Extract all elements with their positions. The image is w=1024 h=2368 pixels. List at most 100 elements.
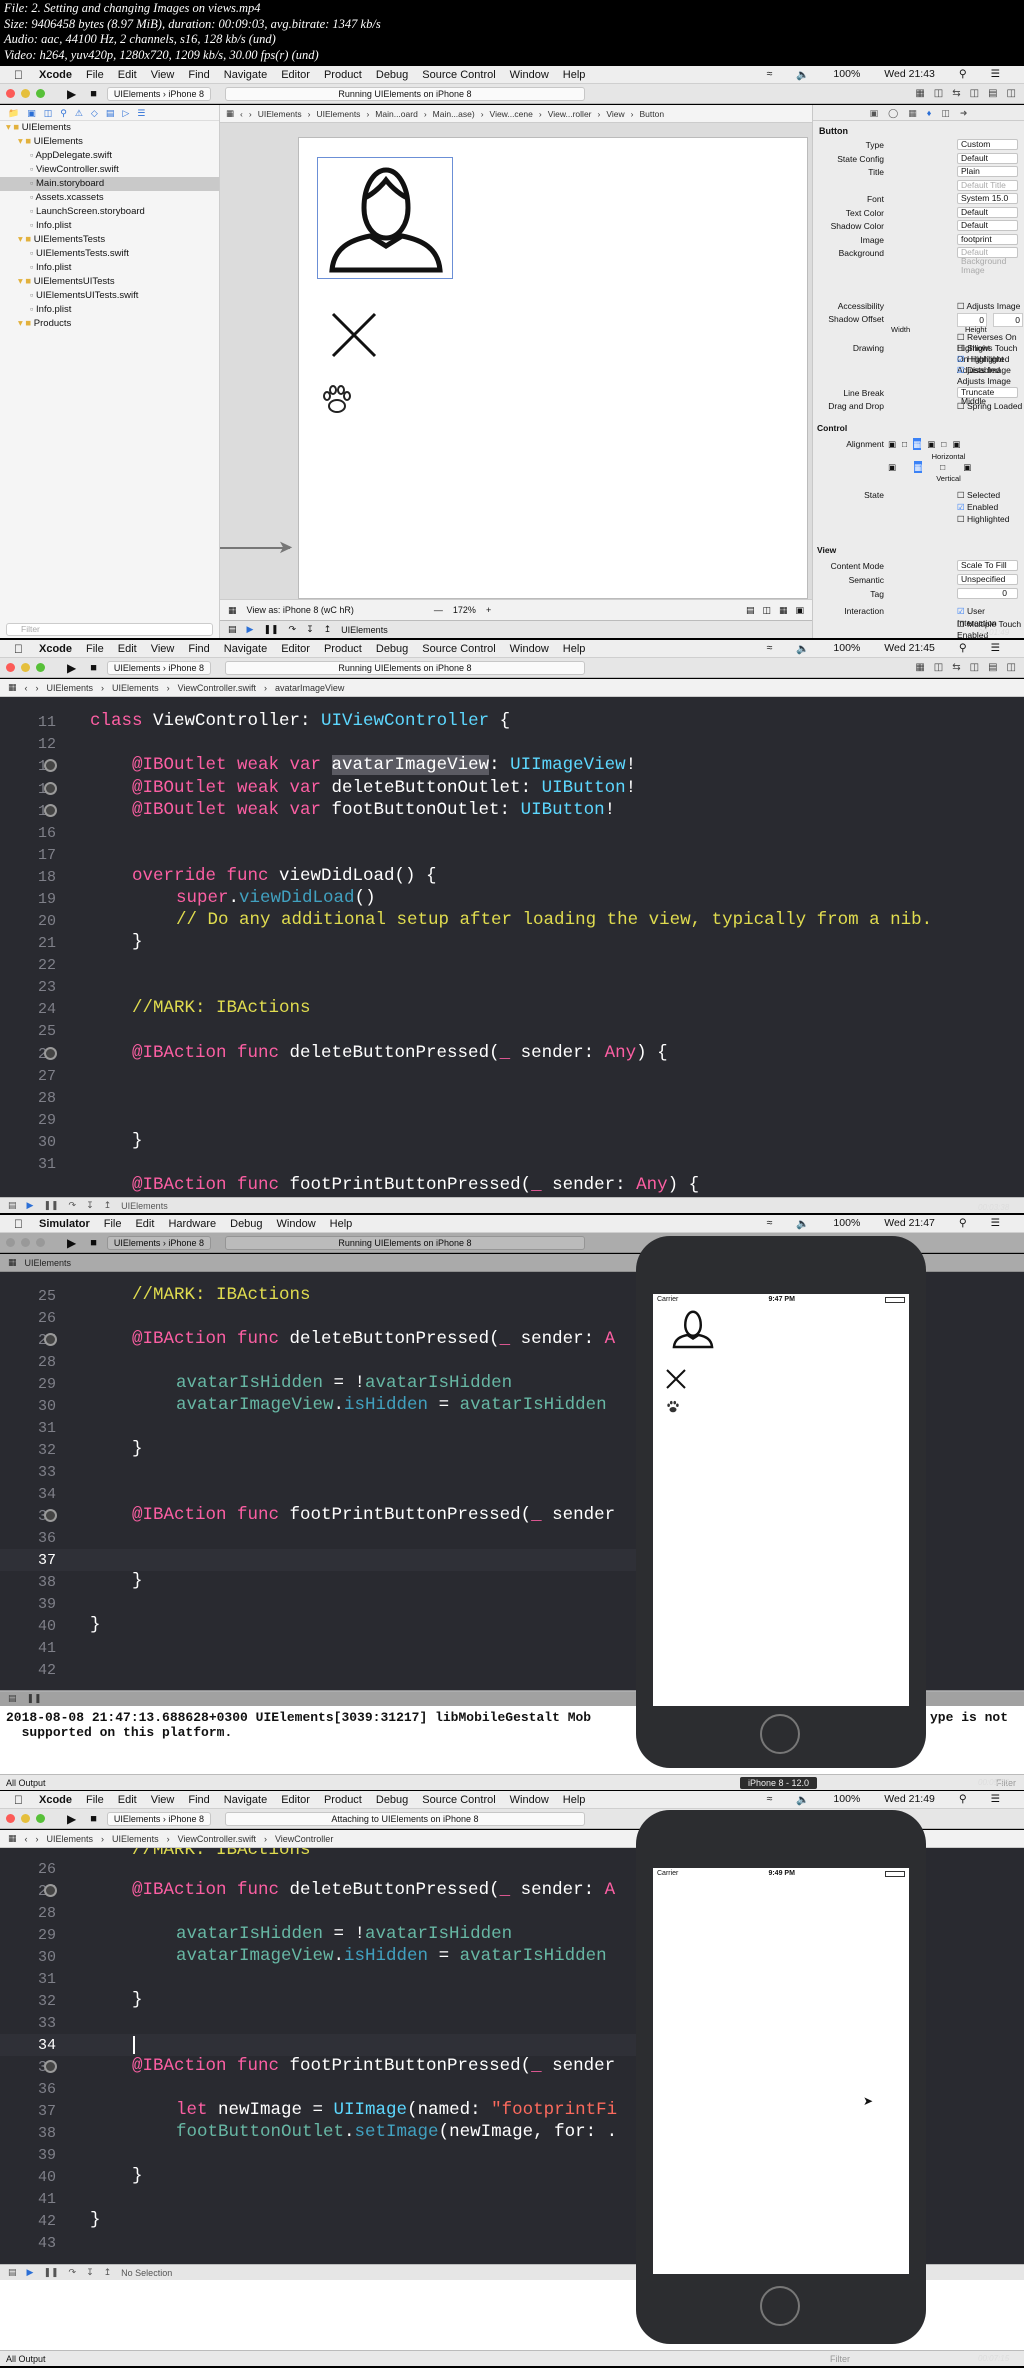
menu-xcode[interactable]: Xcode — [39, 69, 72, 81]
menu-debug[interactable]: Debug — [376, 69, 408, 81]
close-window-button[interactable] — [6, 1238, 15, 1247]
clock[interactable]: Wed 21:45 — [884, 642, 935, 655]
close-window-button[interactable] — [6, 663, 15, 672]
debug-area-toggle-icon[interactable]: ▤ — [8, 2267, 17, 2278]
back-icon[interactable]: ‹ — [240, 109, 243, 119]
pause-icon[interactable]: ❚❚ — [27, 1693, 42, 1704]
file-tree-item[interactable]: ▾ ■ UIElementsUITests — [0, 275, 219, 289]
menu-navigate[interactable]: Navigate — [224, 69, 267, 81]
search-icon[interactable]: ⚲ — [959, 1793, 967, 1806]
menu-list-icon[interactable]: ☰ — [991, 642, 1000, 655]
storyboard-canvas[interactable]: ➤ — [220, 123, 812, 599]
file-tree-item[interactable]: ▫ LaunchScreen.storyboard — [0, 205, 219, 219]
resolve-icon[interactable]: ▣ — [795, 605, 804, 616]
menu-xcode[interactable]: Xcode — [39, 1794, 72, 1806]
menu-navigate[interactable]: Navigate — [224, 643, 267, 655]
minimize-window-button[interactable] — [21, 663, 30, 672]
file-tree-item[interactable]: ▫ AppDelegate.swift — [0, 149, 219, 163]
semantic-select[interactable]: Unspecified — [957, 574, 1018, 585]
run-button[interactable]: ▶ — [67, 1812, 76, 1826]
connections-inspector-icon[interactable]: ➜ — [960, 105, 968, 120]
breadcrumb-item[interactable]: UIElements — [112, 1834, 159, 1844]
search-icon[interactable]: ⚲ — [959, 68, 967, 81]
zoom-window-button[interactable] — [36, 89, 45, 98]
menu-list-icon[interactable]: ☰ — [991, 1793, 1000, 1806]
drawing-checkbox[interactable]: ☑ Disabled Adjusts Image — [881, 365, 1021, 386]
breadcrumb-item[interactable]: ViewController.swift — [178, 1834, 256, 1844]
scheme-selector[interactable]: UIElements › iPhone 8 — [106, 1235, 211, 1250]
file-tree-item[interactable]: ▫ Info.plist — [0, 219, 219, 233]
simulator-screen[interactable]: Carrier 9:47 PM — [653, 1294, 909, 1706]
run-button[interactable]: ▶ — [67, 661, 76, 675]
menu-window[interactable]: Window — [510, 643, 549, 655]
pin-icon[interactable]: ▦ — [779, 605, 788, 616]
editor-standard-icon[interactable]: ▦ — [915, 662, 924, 673]
inspector-value[interactable]: System 15.0 — [957, 193, 1018, 204]
home-button[interactable] — [760, 2286, 800, 2326]
breadcrumb-item[interactable]: UIElements — [47, 1834, 94, 1844]
spring-loaded-checkbox[interactable]: ☐ Spring Loaded — [957, 400, 1022, 412]
navigator-toggle-icon[interactable]: ◫ — [970, 88, 979, 99]
menu-file[interactable]: File — [86, 1794, 104, 1806]
apple-icon[interactable]:  — [14, 642, 23, 656]
file-tree-item[interactable]: ▾ ■ UIElements — [0, 135, 219, 149]
home-button[interactable] — [760, 1714, 800, 1754]
back-icon[interactable]: ‹ — [25, 1834, 28, 1844]
output-filter-select[interactable]: All Output — [6, 2354, 46, 2364]
menu-help[interactable]: Help — [563, 1794, 586, 1806]
related-items-icon[interactable]: ▦ — [8, 1833, 17, 1844]
breadcrumb-item[interactable]: UIElements — [25, 1258, 72, 1268]
menu-product[interactable]: Product — [324, 1794, 362, 1806]
breadcrumb-item[interactable]: View...cene — [490, 109, 533, 119]
delete-button[interactable] — [329, 310, 379, 360]
menu-debug[interactable]: Debug — [376, 643, 408, 655]
breakpoint-icon[interactable]: ▷ — [122, 105, 129, 120]
step-over-icon[interactable]: ↷ — [289, 624, 297, 635]
forward-icon[interactable]: › — [36, 1834, 39, 1844]
file-tree-item[interactable]: ▫ Info.plist — [0, 261, 219, 275]
related-items-icon[interactable]: ▦ — [8, 682, 17, 693]
inspector-value[interactable]: footprint — [957, 233, 1018, 245]
apple-icon[interactable]:  — [14, 68, 23, 82]
size-inspector-icon[interactable]: ◫ — [941, 105, 950, 120]
clock[interactable]: Wed 21:43 — [884, 68, 935, 81]
file-tree-item[interactable]: ▫ Info.plist — [0, 303, 219, 317]
menu-source-control[interactable]: Source Control — [422, 643, 495, 655]
menu-source-control[interactable]: Source Control — [422, 1794, 495, 1806]
menu-xcode[interactable]: Xcode — [39, 643, 72, 655]
inspector-value[interactable]: Default Background Image — [957, 247, 1018, 275]
zoom-out-button[interactable]: — — [434, 605, 443, 615]
step-in-icon[interactable]: ↧ — [86, 2267, 94, 2278]
close-window-button[interactable] — [6, 89, 15, 98]
file-tree-item[interactable]: ▾ ■ UIElementsTests — [0, 233, 219, 247]
menu-product[interactable]: Product — [324, 643, 362, 655]
editor-assistant-icon[interactable]: ◫ — [934, 88, 943, 99]
console-filter[interactable]: Filter — [830, 2354, 850, 2364]
file-tree-item[interactable]: ▾ ■ UIElements — [0, 121, 219, 135]
volume-icon[interactable]: 🔈 — [796, 642, 809, 655]
wifi-icon[interactable]: ≈ — [767, 642, 773, 655]
file-tree-item[interactable]: ▫ UIElementsTests.swift — [0, 247, 219, 261]
debug-toggle-icon[interactable]: ▤ — [988, 88, 997, 99]
menu-find[interactable]: Find — [188, 643, 209, 655]
pause-icon[interactable]: ❚❚ — [263, 624, 278, 635]
clock[interactable]: Wed 21:47 — [884, 1217, 935, 1230]
horizontal-alignment-buttons[interactable]: ▣ □ ▦ ▣ □ ▣ — [888, 438, 960, 450]
identity-inspector-icon[interactable]: ▦ — [908, 105, 917, 120]
delete-button[interactable] — [665, 1368, 687, 1390]
breadcrumb-item[interactable]: Main...ase) — [433, 109, 475, 119]
debug-area-toggle-icon[interactable]: ▤ — [8, 1693, 17, 1704]
symbol-icon[interactable]: ◫ — [44, 105, 53, 120]
menu-list-icon[interactable]: ☰ — [991, 1217, 1000, 1230]
menu-debug[interactable]: Debug — [376, 1794, 408, 1806]
menu-product[interactable]: Product — [324, 69, 362, 81]
source-control-icon[interactable]: ▣ — [27, 105, 36, 120]
back-icon[interactable]: ‹ — [25, 683, 28, 693]
minimize-window-button[interactable] — [21, 1238, 30, 1247]
forward-icon[interactable]: › — [36, 683, 39, 693]
menu-navigate[interactable]: Navigate — [224, 1794, 267, 1806]
zoom-window-button[interactable] — [36, 663, 45, 672]
pause-icon[interactable]: ❚❚ — [43, 2267, 58, 2278]
run-button[interactable]: ▶ — [67, 1236, 76, 1250]
forward-icon[interactable]: › — [249, 109, 252, 119]
